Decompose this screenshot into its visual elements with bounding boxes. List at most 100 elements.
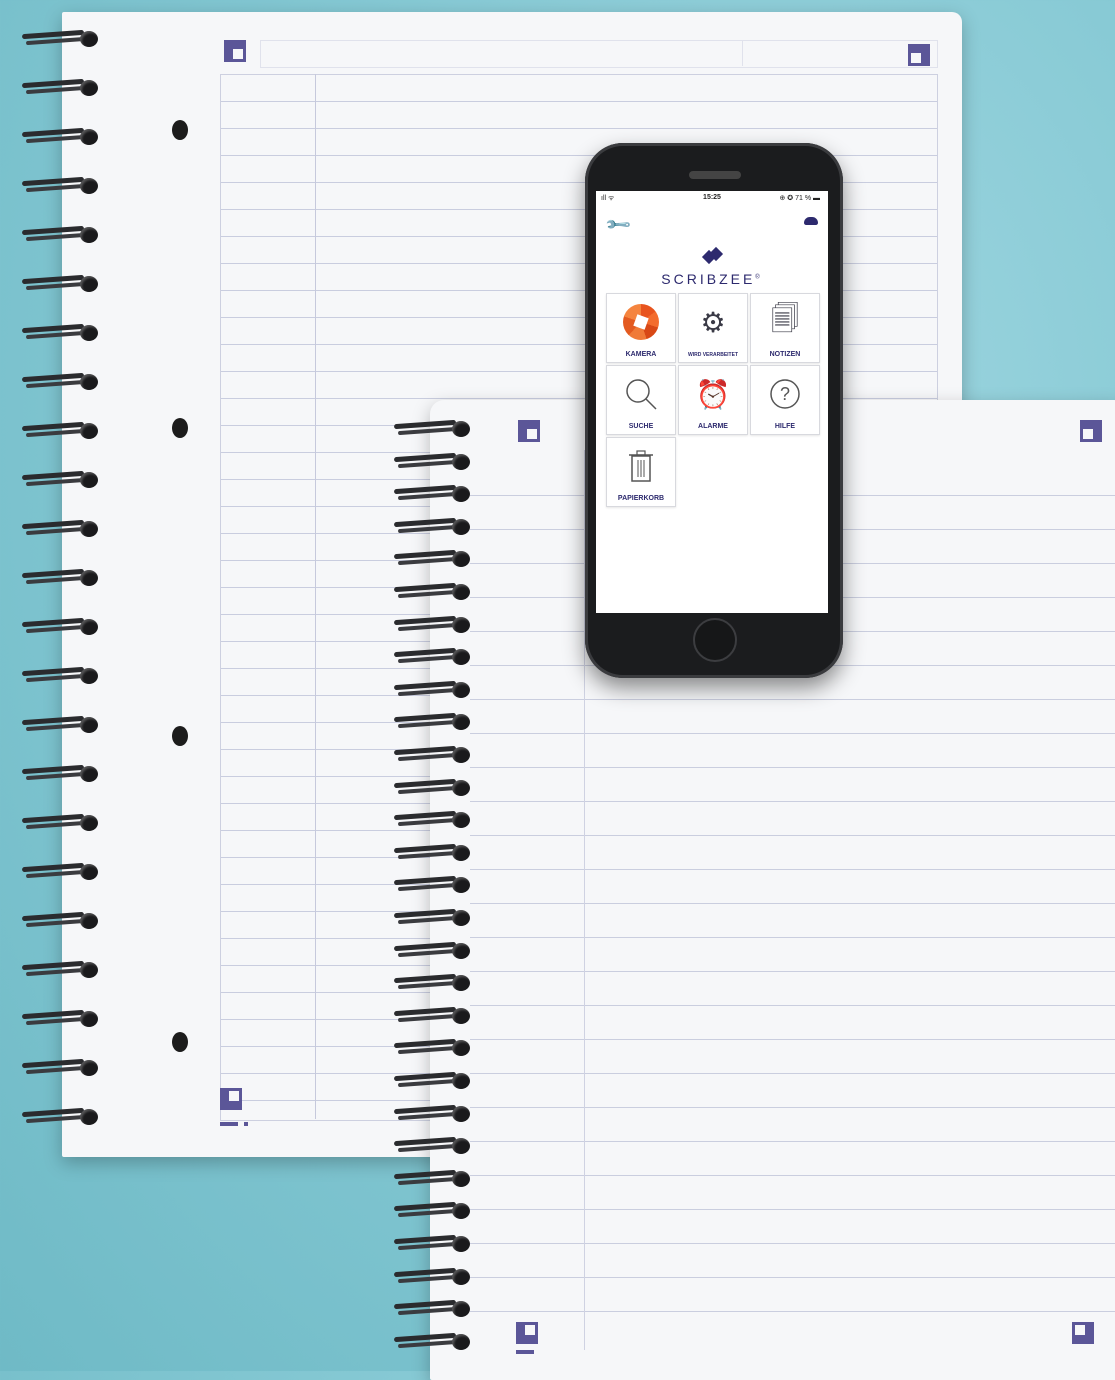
- spiral-coil: [21, 519, 100, 537]
- tile-alarme[interactable]: ⏰ ALARME: [678, 365, 748, 435]
- spiral-coil: [393, 1006, 472, 1024]
- spiral-coil: [393, 1104, 472, 1122]
- camera-aperture-icon: [623, 304, 659, 340]
- corner-marker-icon: [516, 1322, 538, 1344]
- tile-kamera[interactable]: KAMERA: [606, 293, 676, 363]
- corner-marker-icon: [224, 40, 246, 62]
- tile-label: KAMERA: [625, 351, 657, 358]
- spiral-coil: [393, 941, 472, 959]
- marker-bar: [516, 1350, 534, 1354]
- punch-hole: [172, 418, 188, 438]
- spiral-coil: [21, 617, 100, 635]
- spiral-coil: [21, 764, 100, 782]
- wrench-icon[interactable]: 🔧: [604, 210, 633, 239]
- scribzee-logo-icon: [701, 246, 724, 267]
- spiral-coil: [393, 550, 472, 568]
- tile-label: ALARME: [698, 423, 728, 430]
- spiral-coil: [21, 372, 100, 390]
- spiral-coil: [21, 470, 100, 488]
- app-logo-text: SCRIBZEE®: [661, 271, 763, 287]
- svg-text:?: ?: [780, 384, 790, 404]
- spiral-coil: [393, 582, 472, 600]
- tile-wird-verarbeitet[interactable]: ⚙ WIRD VERARBEITET: [678, 293, 748, 363]
- header-box: [260, 40, 938, 68]
- spiral-coil: [21, 911, 100, 929]
- spiral-coil: [393, 1300, 472, 1318]
- spiral-coil: [21, 176, 100, 194]
- spiral-coil: [393, 974, 472, 992]
- spiral-coil: [21, 1107, 100, 1125]
- tile-papierkorb[interactable]: PAPIERKORB: [606, 437, 676, 507]
- corner-marker-icon: [908, 44, 930, 66]
- tile-hilfe[interactable]: ? HILFE: [750, 365, 820, 435]
- corner-marker-icon: [220, 1088, 242, 1110]
- spiral-coil: [393, 713, 472, 731]
- spiral-coil: [393, 452, 472, 470]
- spiral-coil: [393, 908, 472, 926]
- spiral-coil: [393, 1267, 472, 1285]
- back-spiral-binding: [21, 29, 102, 1180]
- spiral-coil: [393, 1039, 472, 1057]
- spiral-coil: [393, 876, 472, 894]
- spiral-coil: [21, 78, 100, 96]
- spiral-coil: [21, 1009, 100, 1027]
- punch-hole: [172, 1032, 188, 1052]
- spiral-coil: [21, 715, 100, 733]
- marker-dot: [244, 1122, 248, 1126]
- home-button[interactable]: [693, 618, 737, 662]
- tile-suche[interactable]: SUCHE: [606, 365, 676, 435]
- gears-icon: ⚙: [700, 306, 726, 338]
- corner-marker-icon: [1072, 1322, 1094, 1344]
- tile-label: PAPIERKORB: [617, 495, 665, 502]
- spiral-coil: [393, 419, 472, 437]
- spiral-coil: [393, 1137, 472, 1155]
- cloud-icon[interactable]: [804, 217, 818, 225]
- spiral-coil: [21, 225, 100, 243]
- front-spiral-binding: [393, 419, 474, 1360]
- app-screen: ıll ᯤ 15:25 ⊕ ✪ 71 % ▬ 🔧 SCRIBZEE® KAMER…: [596, 191, 828, 613]
- punch-hole: [172, 726, 188, 746]
- spiral-coil: [393, 1169, 472, 1187]
- status-bar: ıll ᯤ 15:25 ⊕ ✪ 71 % ▬: [596, 193, 828, 205]
- spiral-coil: [21, 323, 100, 341]
- punch-hole: [172, 120, 188, 140]
- spiral-coil: [393, 1332, 472, 1350]
- spiral-coil: [393, 680, 472, 698]
- help-icon: ?: [751, 374, 819, 414]
- marker-bar: [220, 1122, 238, 1126]
- spiral-coil: [393, 1202, 472, 1220]
- spiral-coil: [393, 1071, 472, 1089]
- spiral-coil: [21, 1058, 100, 1076]
- tile-label: WIRD VERARBEITET: [688, 352, 738, 358]
- spiral-coil: [21, 274, 100, 292]
- tile-notizen[interactable]: 🗐 NOTIZEN: [750, 293, 820, 363]
- spiral-coil: [393, 615, 472, 633]
- spiral-coil: [393, 811, 472, 829]
- margin-line: [315, 74, 316, 1119]
- spiral-coil: [21, 127, 100, 145]
- spiral-coil: [393, 517, 472, 535]
- corner-marker-icon: [518, 420, 540, 442]
- search-icon: [607, 374, 675, 414]
- spiral-coil: [393, 648, 472, 666]
- tile-label: HILFE: [774, 423, 796, 430]
- battery-indicator: ⊕ ✪ 71 % ▬: [779, 195, 820, 202]
- spiral-coil: [393, 778, 472, 796]
- tile-label: SUCHE: [628, 423, 654, 430]
- trash-icon: [607, 446, 675, 486]
- spiral-coil: [393, 1234, 472, 1252]
- spiral-coil: [21, 666, 100, 684]
- smartphone: ıll ᯤ 15:25 ⊕ ✪ 71 % ▬ 🔧 SCRIBZEE® KAMER…: [585, 143, 843, 678]
- tile-label: NOTIZEN: [769, 351, 801, 358]
- spiral-coil: [393, 745, 472, 763]
- spiral-coil: [21, 421, 100, 439]
- phone-speaker: [689, 171, 741, 179]
- corner-marker-icon: [1080, 420, 1102, 442]
- spiral-coil: [393, 485, 472, 503]
- notes-icon: 🗐: [771, 303, 799, 334]
- spiral-coil: [393, 843, 472, 861]
- spiral-coil: [21, 862, 100, 880]
- spiral-coil: [21, 568, 100, 586]
- alarm-icon: ⏰: [695, 378, 731, 410]
- spiral-coil: [21, 29, 100, 47]
